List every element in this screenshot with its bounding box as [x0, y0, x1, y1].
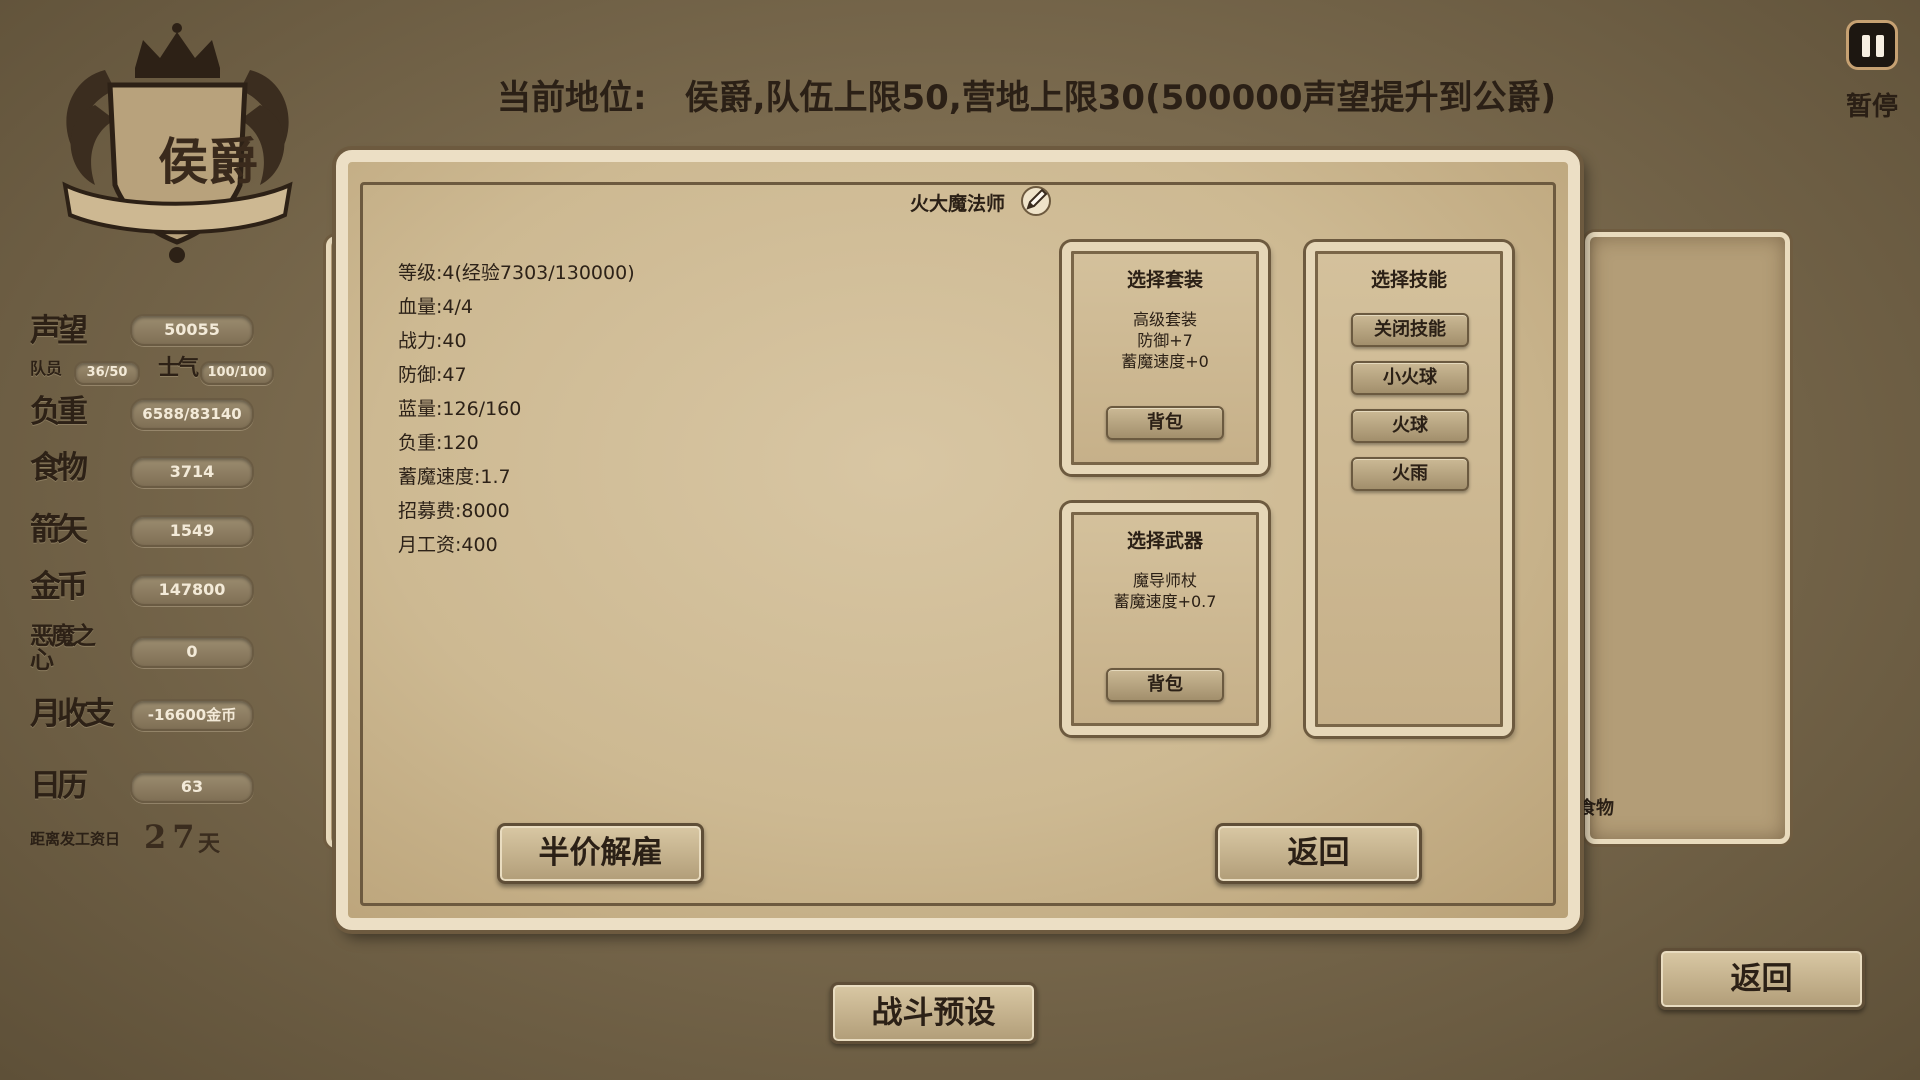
background-food-label: 食物 — [1578, 798, 1614, 819]
reputation-value: 50055 — [130, 314, 254, 346]
battle-preset-button[interactable]: 战斗预设 — [830, 982, 1037, 1044]
unit-defense: 防御:47 — [398, 364, 467, 386]
unit-monthly-wage: 月工资:400 — [398, 534, 498, 556]
unit-recruit-fee: 招募费:8000 — [398, 500, 510, 522]
team-value: 36/50 — [74, 361, 140, 385]
armor-select-box: 选择套装 高级套装 防御+7 蓄魔速度+0 背包 — [1062, 242, 1268, 474]
skill-fire-rain-button[interactable]: 火雨 — [1351, 457, 1469, 491]
unit-hp: 血量:4/4 — [398, 296, 473, 318]
skill-select-title: 选择技能 — [1370, 269, 1447, 291]
pencil-icon — [1021, 186, 1051, 216]
weapon-select-title: 选择武器 — [1126, 530, 1203, 552]
armor-name: 高级套装 — [1132, 310, 1197, 329]
status-value: 侯爵,队伍上限50,营地上限30(500000声望提升到公爵) — [684, 78, 1557, 118]
armor-defense: 防御+7 — [1137, 331, 1193, 350]
skill-fireball-button[interactable]: 火球 — [1351, 409, 1469, 443]
pause-icon — [1862, 35, 1870, 57]
gold-label: 金币 — [30, 569, 88, 605]
weapon-charge: 蓄魔速度+0.7 — [1113, 592, 1217, 611]
weapon-bag-button[interactable]: 背包 — [1106, 668, 1224, 702]
monthly-label: 月收支 — [30, 696, 115, 732]
rank-crest: 侯爵 — [35, 10, 320, 280]
back-button[interactable]: 返回 — [1658, 948, 1865, 1010]
unit-info-list: 等级:4(经验7303/130000) 血量:4/4 战力:40 防御:47 蓝… — [398, 256, 635, 562]
calendar-value: 63 — [130, 771, 254, 803]
demon-heart-label: 恶魔之心 — [30, 621, 96, 674]
calendar-label: 日历 — [30, 768, 88, 804]
weapon-name: 魔导师杖 — [1132, 571, 1197, 590]
unit-mana: 蓝量:126/160 — [398, 398, 522, 420]
unit-level: 等级:4(经验7303/130000) — [398, 262, 635, 284]
pause-icon-bar — [1876, 35, 1884, 57]
skill-small-fireball-button[interactable]: 小火球 — [1351, 361, 1469, 395]
payday-days: 27 — [144, 818, 201, 856]
unit-charge-speed: 蓄魔速度:1.7 — [398, 466, 511, 488]
weapon-desc: 魔导师杖 蓄魔速度+0.7 — [1071, 570, 1259, 612]
armor-select-title: 选择套装 — [1126, 269, 1203, 291]
weapon-select-box: 选择武器 魔导师杖 蓄魔速度+0.7 背包 — [1062, 503, 1268, 735]
skill-select-box: 选择技能 关闭技能 小火球 火球 火雨 — [1306, 242, 1512, 736]
morale-label: 士气 — [158, 355, 199, 381]
pause-label: 暂停 — [1845, 92, 1898, 122]
payday-label: 距离发工资日 — [30, 830, 121, 848]
load-value: 6588/83140 — [130, 398, 254, 430]
unit-power: 战力:40 — [398, 330, 467, 352]
team-label: 队员 — [30, 359, 63, 378]
armor-desc: 高级套装 防御+7 蓄魔速度+0 — [1071, 309, 1259, 372]
monthly-value: -16600金币 — [130, 699, 254, 731]
status-label: 当前地位: — [497, 78, 647, 118]
armor-charge: 蓄魔速度+0 — [1121, 352, 1209, 371]
edit-name-button[interactable] — [1018, 182, 1054, 218]
skill-off-button[interactable]: 关闭技能 — [1351, 313, 1469, 347]
morale-value: 100/100 — [200, 361, 274, 385]
food-label: 食物 — [30, 450, 88, 486]
reputation-label: 声望 — [30, 313, 88, 349]
rank-title: 侯爵 — [158, 132, 258, 191]
load-label: 负重 — [30, 394, 88, 430]
panel-back-button[interactable]: 返回 — [1215, 823, 1422, 884]
background-panel — [1585, 232, 1790, 844]
unit-load: 负重:120 — [398, 432, 479, 454]
arrows-value: 1549 — [130, 515, 254, 547]
demon-heart-value: 0 — [130, 636, 254, 668]
food-value: 3714 — [130, 456, 254, 488]
unit-name: 火大魔法师 — [910, 193, 1006, 215]
arrows-label: 箭矢 — [30, 512, 88, 548]
gold-value: 147800 — [130, 574, 254, 606]
armor-bag-button[interactable]: 背包 — [1106, 406, 1224, 440]
payday-unit: 天 — [198, 831, 221, 857]
pause-button[interactable] — [1846, 20, 1898, 70]
half-price-dismiss-button[interactable]: 半价解雇 — [497, 823, 704, 884]
rank-status-line: 当前地位: 侯爵,队伍上限50,营地上限30(500000声望提升到公爵) — [497, 70, 1556, 119]
